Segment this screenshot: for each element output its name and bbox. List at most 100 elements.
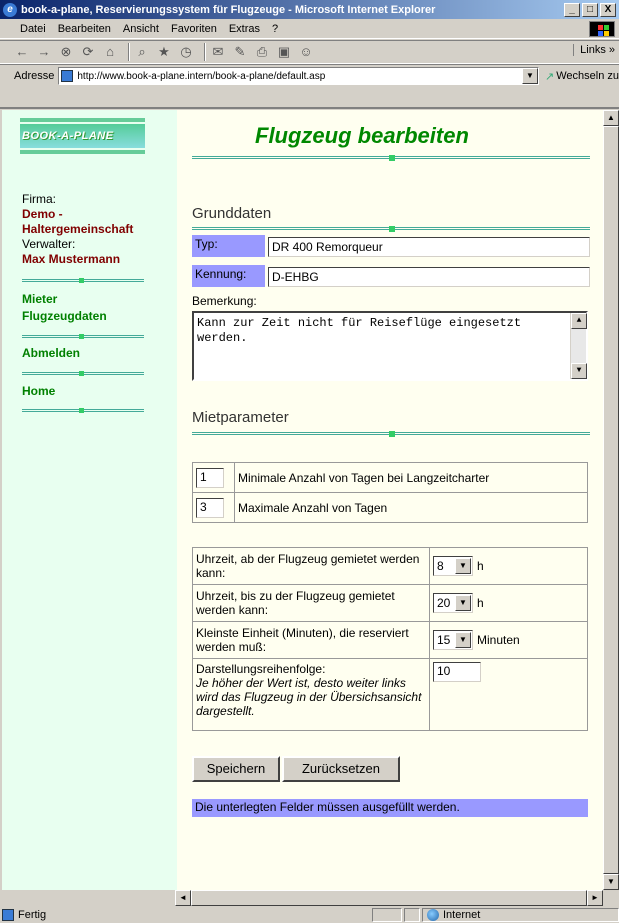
mail-icon[interactable]: ✉ (210, 44, 226, 60)
scroll-down-icon[interactable]: ▼ (571, 363, 587, 379)
home-icon[interactable]: ⌂ (102, 44, 118, 60)
back-icon[interactable]: ← (14, 44, 30, 60)
sidebar-separator (22, 371, 144, 377)
dropdown-arrow-icon: ▼ (455, 558, 471, 574)
sidebar-link-home[interactable]: Home (22, 384, 55, 398)
logo-text: BOOK-A-PLANE (20, 124, 145, 148)
favorites-icon[interactable]: ★ (156, 44, 172, 60)
links-button[interactable]: Links » (573, 44, 615, 56)
reset-button[interactable]: Zurücksetzen (282, 756, 400, 782)
kennung-input[interactable]: D-EHBG (268, 267, 590, 287)
sidebar-link-abmelden[interactable]: Abmelden (22, 346, 80, 360)
sidebar-link-flugzeugdaten[interactable]: Flugzeugdaten (22, 309, 107, 323)
textarea-scrollbar[interactable]: ▲ ▼ (570, 313, 587, 379)
stop-icon[interactable]: ⊗ (58, 44, 74, 60)
bis-select[interactable]: 20 ▼ (433, 593, 473, 613)
menu-bearbeiten[interactable]: Bearbeiten (52, 23, 117, 35)
firma-value-line2: Haltergemeinschaft (22, 222, 134, 236)
vertical-scrollbar[interactable]: ▲ ▼ (603, 110, 619, 890)
section-grunddaten-heading: Grunddaten (192, 205, 272, 222)
maximize-button[interactable]: □ (582, 2, 598, 17)
sidebar: BOOK-A-PLANE Firma: Demo - Haltergemeins… (2, 110, 177, 890)
typ-input[interactable]: DR 400 Remorqueur (268, 237, 590, 257)
ab-unit: h (477, 559, 484, 573)
print-icon[interactable]: ⎙ (254, 44, 270, 60)
page-status-icon (2, 909, 14, 921)
go-arrow-icon: ↗ (545, 70, 555, 83)
title-separator (192, 155, 590, 161)
max-tage-label: Maximale Anzahl von Tagen (234, 492, 588, 523)
bemerkung-line1: Kann zur Zeit nicht für Reiseflüge einge… (197, 316, 522, 330)
verwalter-label: Verwalter: (22, 237, 76, 251)
bemerkung-textarea[interactable]: Kann zur Zeit nicht für Reiseflüge einge… (192, 311, 588, 381)
scroll-thumb[interactable] (603, 126, 619, 874)
sidebar-separator (22, 278, 144, 284)
window-titlebar[interactable]: e book-a-plane, Reservierungssystem für … (0, 0, 619, 19)
menu-help[interactable]: ? (266, 23, 284, 35)
sidebar-separator (22, 408, 144, 414)
status-text: Fertig (18, 909, 47, 921)
save-button[interactable]: Speichern (192, 756, 280, 782)
reihenfolge-input[interactable]: 10 (433, 662, 481, 682)
ie-logo-icon: e (3, 2, 17, 17)
reihenfolge-label: Darstellungsreihenfolge: (196, 662, 326, 676)
ab-select[interactable]: 8 ▼ (433, 556, 473, 576)
table-row: Darstellungsreihenfolge: Je höher der We… (192, 658, 588, 731)
toolbar: ← → ⊗ ⟳ ⌂ ⌕ ★ ◷ ✉ ✎ ⎙ ▣ ☺ Links » (0, 40, 619, 64)
history-icon[interactable]: ◷ (178, 44, 194, 60)
section-mietparameter-heading: Mietparameter (192, 409, 289, 426)
typ-label: Typ: (192, 235, 265, 257)
verwalter-value: Max Mustermann (22, 252, 121, 266)
firma-label: Firma: (22, 192, 56, 206)
min-tage-input[interactable]: 1 (196, 467, 224, 488)
menu-ansicht[interactable]: Ansicht (117, 23, 165, 35)
search-icon[interactable]: ⌕ (134, 44, 150, 60)
status-bar: Fertig Internet (0, 907, 619, 923)
table-row: Uhrzeit, ab der Flugzeug gemietet werden… (192, 547, 588, 585)
status-cell (404, 908, 420, 922)
scroll-up-icon[interactable]: ▲ (571, 313, 587, 329)
windows-logo-icon (589, 21, 615, 37)
grunddaten-separator (192, 226, 590, 232)
max-tage-input[interactable]: 3 (196, 497, 224, 518)
minimize-button[interactable]: _ (564, 2, 580, 17)
bis-unit: h (477, 596, 484, 610)
forward-icon[interactable]: → (36, 44, 52, 60)
security-zone: Internet (422, 908, 619, 922)
page-icon (61, 70, 74, 82)
address-dropdown-icon[interactable]: ▼ (522, 68, 538, 84)
refresh-icon[interactable]: ⟳ (80, 44, 96, 60)
menu-favoriten[interactable]: Favoriten (165, 23, 223, 35)
go-button[interactable]: ↗ Wechseln zu (545, 70, 619, 83)
zone-text: Internet (443, 909, 481, 921)
messenger-icon[interactable]: ☺ (298, 44, 314, 60)
bemerkung-label: Bemerkung: (192, 294, 257, 308)
discuss-icon[interactable]: ▣ (276, 44, 292, 60)
scroll-right-icon[interactable]: ► (587, 890, 603, 906)
menu-extras[interactable]: Extras (223, 23, 266, 35)
firma-value-line1: Demo - (22, 207, 63, 221)
scroll-left-icon[interactable]: ◄ (175, 890, 191, 906)
horizontal-scrollbar[interactable]: ◄ ► (175, 890, 603, 906)
kennung-row: Kennung: D-EHBG (192, 265, 592, 287)
sidebar-link-mieter[interactable]: Mieter (22, 292, 57, 306)
scroll-up-icon[interactable]: ▲ (603, 110, 619, 126)
scroll-thumb[interactable] (191, 890, 587, 906)
menu-datei[interactable]: Datei (14, 23, 52, 35)
address-input[interactable]: http://www.book-a-plane.intern/book-a-pl… (58, 67, 539, 85)
close-button[interactable]: X (600, 2, 616, 17)
edit-icon[interactable]: ✎ (232, 44, 248, 60)
ab-label: Uhrzeit, ab der Flugzeug gemietet werden… (192, 547, 430, 585)
einheit-unit: Minuten (477, 633, 520, 647)
sidebar-separator (22, 334, 144, 340)
mietparameter-separator (192, 431, 590, 437)
mietparameter-table: 1 Minimale Anzahl von Tagen bei Langzeit… (192, 462, 588, 523)
table-row: 3 Maximale Anzahl von Tagen (192, 492, 588, 523)
bis-label: Uhrzeit, bis zu der Flugzeug gemietet we… (192, 584, 430, 622)
table-row: 1 Minimale Anzahl von Tagen bei Langzeit… (192, 462, 588, 493)
einheit-select[interactable]: 15 ▼ (433, 630, 473, 650)
required-fields-note: Die unterlegten Felder müssen ausgefüllt… (192, 799, 588, 817)
bemerkung-line2: werden. (197, 331, 248, 345)
scroll-down-icon[interactable]: ▼ (603, 874, 619, 890)
status-cell (372, 908, 402, 922)
